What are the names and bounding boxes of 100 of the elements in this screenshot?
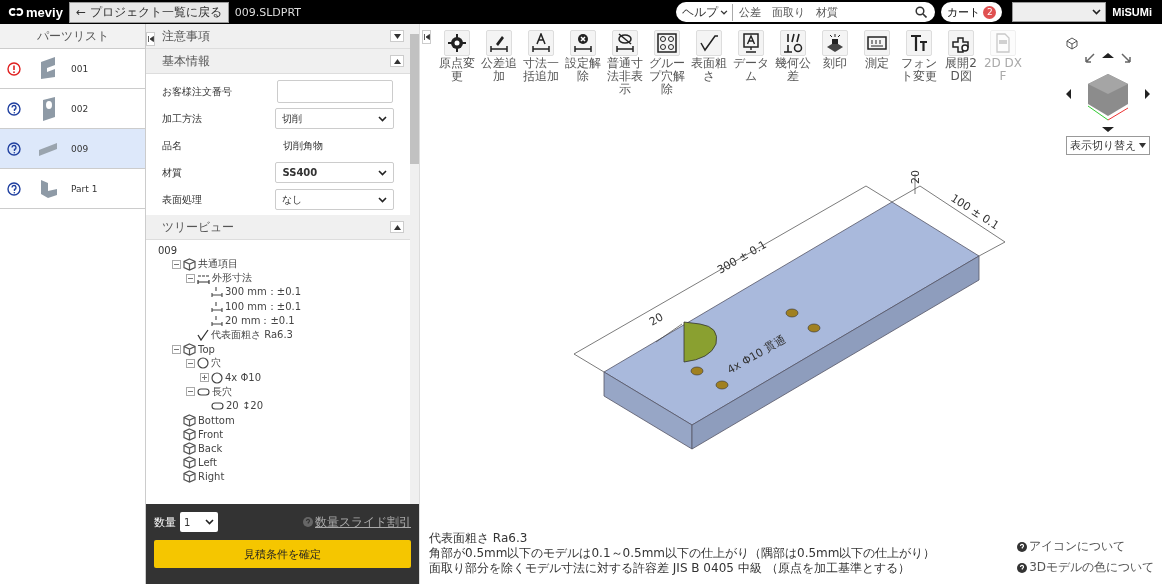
collapse-button[interactable]	[390, 221, 404, 233]
toolbar-button[interactable]	[780, 30, 806, 56]
toolbar-button[interactable]	[612, 30, 638, 56]
select-field[interactable]: 切削	[275, 108, 394, 129]
tree-item[interactable]: 20 mm：±0.1	[225, 313, 295, 328]
tree-item[interactable]: 長穴	[212, 384, 232, 399]
confirm-button[interactable]: 見積条件を確定	[154, 540, 411, 568]
collapse-toggle[interactable]	[186, 358, 195, 368]
tree-item[interactable]: 代表面粗さ Ra6.3	[211, 328, 293, 343]
toolbar-label: データム	[732, 57, 770, 84]
help-link[interactable]: アイコンについて	[1029, 538, 1126, 555]
pencil-dimension-icon	[489, 33, 509, 53]
part-list-item[interactable]: 001	[0, 49, 145, 89]
expand-toggle[interactable]	[200, 373, 209, 383]
tree-item[interactable]: 4x Φ10	[225, 372, 262, 384]
help-dropdown[interactable]: ヘルプ	[682, 3, 734, 21]
tree-item[interactable]: Back	[198, 443, 223, 455]
toolbar-label: 設定解除	[564, 57, 602, 84]
part-list-item[interactable]: 009	[0, 129, 145, 169]
thickness-dimension-text: 20	[909, 170, 922, 184]
toolbar-label: 2D DXF	[983, 57, 1023, 84]
logo-text: meviy	[26, 4, 63, 20]
select-field[interactable]: SS400	[275, 162, 394, 183]
tree-item[interactable]: 穴	[211, 356, 221, 371]
view-switch-dropdown[interactable]: 表示切り替え	[1066, 136, 1150, 155]
toolbar-label: 公差追加	[480, 57, 518, 84]
order-number-field[interactable]	[277, 80, 393, 103]
dimension-arrow-icon	[211, 286, 223, 299]
toolbar-label: 表面粗さ	[690, 57, 728, 84]
toolbar-label: 寸法一括追加	[522, 57, 560, 84]
toolbar-label: フォント変更	[900, 57, 938, 84]
geometric-tolerance-icon	[783, 33, 803, 53]
field-label: 表面処理	[162, 192, 203, 207]
logo-icon	[8, 7, 24, 17]
collapse-toggle[interactable]	[186, 387, 195, 397]
collapse-toggle[interactable]	[186, 273, 195, 283]
parts-list-title: パーツリスト	[0, 24, 145, 49]
chevron-down-icon	[720, 9, 729, 15]
section-title: 注意事項	[162, 27, 210, 45]
tree-item[interactable]: 100 mm：±0.1	[225, 299, 302, 314]
tree-item[interactable]: Left	[198, 457, 217, 469]
field-label: お客様注文番号	[162, 84, 233, 99]
toolbar-label: 幾何公差	[774, 57, 812, 84]
section-header[interactable]: 注意事項	[146, 24, 410, 49]
search-field[interactable]: ヘルプ 公差 面取り 材質	[676, 2, 936, 22]
select-field[interactable]: なし	[275, 189, 394, 210]
scrollbar[interactable]	[410, 24, 419, 504]
tree-item[interactable]: Right	[198, 471, 225, 483]
toolbar-button[interactable]	[444, 30, 470, 56]
expand-button[interactable]	[390, 30, 404, 42]
file-icon	[993, 33, 1013, 53]
section-header[interactable]: 基本情報	[146, 49, 410, 74]
toolbar-label: 普通寸法非表示	[606, 57, 644, 97]
toolbar-button[interactable]	[864, 30, 890, 56]
account-dropdown[interactable]	[1012, 2, 1107, 22]
collapse-toggle[interactable]	[172, 259, 181, 269]
cart-count-badge: 2	[983, 5, 997, 19]
toolbar-button[interactable]	[654, 30, 680, 56]
circle-icon	[211, 371, 223, 384]
brand-logo: MiSUMi	[1112, 6, 1153, 18]
collapse-panel-button[interactable]	[422, 30, 431, 44]
collapse-button[interactable]	[390, 55, 404, 67]
cube-icon	[183, 342, 196, 356]
tree-item[interactable]: 300 mm：±0.1	[225, 285, 302, 300]
hole-group-icon	[657, 33, 677, 53]
help-link[interactable]: 3Dモデルの色について	[1029, 559, 1154, 576]
stamp-icon	[825, 33, 845, 53]
toolbar-label: 刻印	[822, 57, 848, 71]
tree-item[interactable]: Top	[198, 343, 215, 355]
toolbar-button[interactable]	[948, 30, 974, 56]
toolbar-button[interactable]	[738, 30, 764, 56]
discount-link[interactable]: 数量スライド割引	[315, 513, 411, 531]
cart-button[interactable]: カート 2	[941, 2, 1003, 22]
tree-item[interactable]: Front	[198, 428, 224, 440]
toolbar-button[interactable]	[906, 30, 932, 56]
part-list-item[interactable]: Part 1	[0, 169, 145, 209]
toolbar-label: 展開2D図	[944, 57, 978, 84]
tree-root[interactable]: 009	[158, 245, 398, 256]
section-title: ツリービュー	[162, 218, 234, 236]
cube-icon	[183, 413, 196, 427]
quantity-select[interactable]: 1	[180, 512, 218, 532]
back-button[interactable]: ← プロジェクト一覧に戻る	[68, 1, 229, 23]
section-header[interactable]: ツリービュー	[146, 215, 410, 240]
logo[interactable]: meviy	[0, 4, 63, 20]
collapse-toggle[interactable]	[172, 344, 181, 354]
roughness-icon	[699, 33, 719, 53]
section-title: 基本情報	[162, 52, 210, 70]
toolbar-button[interactable]	[528, 30, 554, 56]
tree-item[interactable]: 20 ↕20	[226, 400, 263, 412]
search-icon[interactable]	[915, 6, 928, 18]
toolbar-button[interactable]	[822, 30, 848, 56]
toolbar-label: 測定	[864, 57, 890, 71]
model-note: 面取り部分を除くモデル寸法に対する許容差 JIS B 0405 中級 （原点を加工基準とする）	[429, 561, 911, 576]
tree-item[interactable]: 外形寸法	[212, 271, 252, 286]
toolbar-button[interactable]	[570, 30, 596, 56]
toolbar-button[interactable]	[696, 30, 722, 56]
tree-item[interactable]: 共通項目	[198, 257, 238, 272]
toolbar-button[interactable]	[486, 30, 512, 56]
caret-up-icon	[393, 58, 401, 64]
tree-item[interactable]: Bottom	[198, 414, 235, 426]
